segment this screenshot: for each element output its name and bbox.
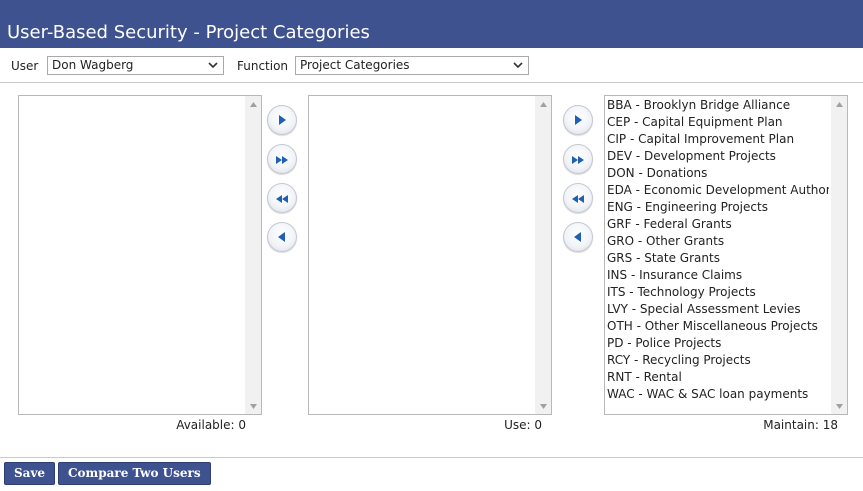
maintain-items: BBA - Brooklyn Bridge Alliance CEP - Capi…	[607, 97, 829, 403]
use-count: Use: 0	[504, 418, 542, 432]
move-left-icon	[276, 228, 288, 247]
page-title: User-Based Security - Project Categories	[7, 22, 370, 43]
use-listbox[interactable]	[308, 95, 552, 415]
move-all-right-icon	[275, 150, 289, 169]
scrollbar[interactable]	[831, 96, 847, 414]
list-item[interactable]: OTH - Other Miscellaneous Projects	[607, 318, 829, 335]
function-label: Function	[237, 59, 289, 73]
move-right-icon	[572, 111, 584, 130]
list-item[interactable]: EDA - Economic Development Authority P	[607, 182, 829, 199]
maintain-listbox[interactable]: BBA - Brooklyn Bridge Alliance CEP - Capi…	[604, 95, 848, 415]
maintain-count: Maintain: 18	[763, 418, 838, 432]
function-select[interactable]: Project Categories	[295, 56, 529, 75]
compare-two-users-button[interactable]: Compare Two Users	[58, 462, 211, 485]
list-item[interactable]: DON - Donations	[607, 165, 829, 182]
move-all-left-icon	[275, 189, 289, 208]
move-all-right-icon	[571, 150, 585, 169]
move-left-button[interactable]	[267, 222, 297, 252]
list-item[interactable]: RNT - Rental	[607, 369, 829, 386]
user-select[interactable]: Don Wagberg	[47, 56, 224, 75]
list-item[interactable]: PD - Police Projects	[607, 335, 829, 352]
move-left-icon	[572, 228, 584, 247]
scroll-down-icon[interactable]	[245, 398, 261, 414]
list-item[interactable]: WAC - WAC & SAC loan payments	[607, 386, 829, 403]
scroll-up-icon[interactable]	[831, 96, 847, 112]
scroll-down-icon[interactable]	[831, 398, 847, 414]
list-item[interactable]: GRS - State Grants	[607, 250, 829, 267]
move-all-left-button[interactable]	[563, 183, 593, 213]
move-all-left-button[interactable]	[267, 183, 297, 213]
available-count: Available: 0	[176, 418, 246, 432]
list-item[interactable]: RCY - Recycling Projects	[607, 352, 829, 369]
move-right-icon	[276, 111, 288, 130]
move-all-right-button[interactable]	[563, 144, 593, 174]
list-item[interactable]: DEV - Development Projects	[607, 148, 829, 165]
list-item[interactable]: INS - Insurance Claims	[607, 267, 829, 284]
chevron-down-icon	[206, 58, 220, 73]
list-item[interactable]: CEP - Capital Equipment Plan	[607, 114, 829, 131]
divider	[0, 82, 863, 83]
list-item[interactable]: LVY - Special Assessment Levies	[607, 301, 829, 318]
scroll-up-icon[interactable]	[535, 96, 551, 112]
save-button[interactable]: Save	[4, 462, 56, 485]
divider	[0, 457, 863, 458]
scroll-down-icon[interactable]	[535, 398, 551, 414]
list-item[interactable]: ITS - Technology Projects	[607, 284, 829, 301]
list-item[interactable]: CIP - Capital Improvement Plan	[607, 131, 829, 148]
title-bar: User-Based Security - Project Categories	[0, 0, 863, 48]
user-label: User	[11, 59, 39, 73]
scrollbar[interactable]	[245, 96, 261, 414]
move-all-right-button[interactable]	[267, 144, 297, 174]
scroll-up-icon[interactable]	[245, 96, 261, 112]
move-right-button[interactable]	[267, 105, 297, 135]
available-listbox[interactable]	[18, 95, 262, 415]
list-item[interactable]: GRF - Federal Grants	[607, 216, 829, 233]
function-select-value: Project Categories	[300, 58, 410, 72]
move-all-left-icon	[571, 189, 585, 208]
user-select-value: Don Wagberg	[52, 58, 134, 72]
chevron-down-icon	[511, 58, 525, 73]
move-left-button[interactable]	[563, 222, 593, 252]
list-item[interactable]: BBA - Brooklyn Bridge Alliance	[607, 97, 829, 114]
scrollbar[interactable]	[535, 96, 551, 414]
move-right-button[interactable]	[563, 105, 593, 135]
list-item[interactable]: GRO - Other Grants	[607, 233, 829, 250]
list-item[interactable]: ENG - Engineering Projects	[607, 199, 829, 216]
